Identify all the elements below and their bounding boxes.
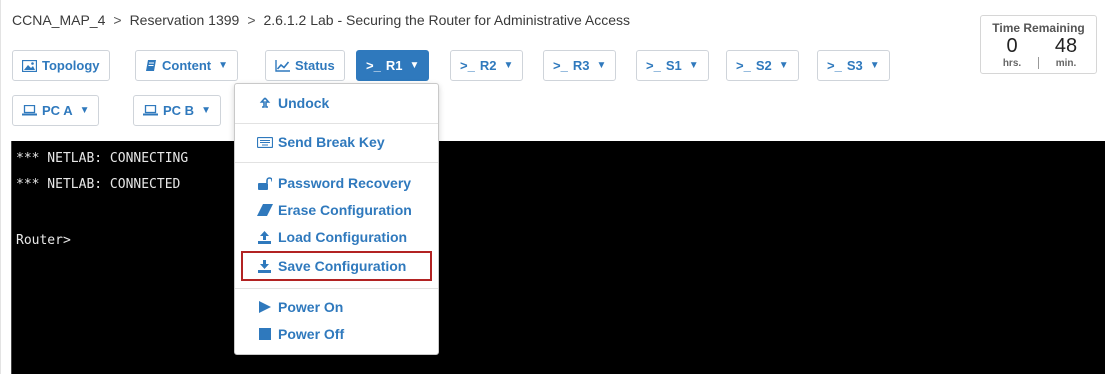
laptop-icon xyxy=(143,105,158,116)
chevron-down-icon: ▼ xyxy=(218,60,229,71)
menu-item-password-recovery[interactable]: Password Recovery xyxy=(235,172,438,194)
tab-s3[interactable]: >_ S3 ▼ xyxy=(817,50,890,81)
tab-pc-a[interactable]: PC A ▼ xyxy=(12,95,100,126)
time-remaining-box: Time Remaining 0 48 hrs. min. xyxy=(980,15,1097,74)
chevron-down-icon: ▼ xyxy=(79,105,90,116)
book-icon xyxy=(145,59,157,72)
menu-item-label: Password Recovery xyxy=(278,175,412,191)
tab-topology[interactable]: Topology xyxy=(12,50,110,81)
keyboard-icon xyxy=(256,136,273,148)
lab-page: CCNA_MAP_4 > Reservation 1399 >2.6.1.2 Lab … xyxy=(0,0,1105,374)
menu-item-power-on[interactable]: Power On xyxy=(235,296,438,318)
menu-item-undock[interactable]: Undock xyxy=(235,92,438,114)
breadcrumb: CCNA_MAP_4 > Reservation 1399 >2.6.1.2 Lab … xyxy=(12,12,630,28)
tab-s1[interactable]: >_ S1 ▼ xyxy=(636,50,709,81)
save-configuration-highlight xyxy=(241,251,432,281)
unlock-icon xyxy=(256,176,273,190)
tab-r3[interactable]: >_ R3 ▼ xyxy=(543,50,617,81)
terminal-line: *** NETLAB: CONNECTING xyxy=(16,151,189,166)
breadcrumb-lab-title: 2.6.1.2 Lab - Securing the Router for Ad… xyxy=(263,12,631,28)
stop-icon xyxy=(256,328,273,340)
tab-label: Topology xyxy=(42,58,100,73)
menu-item-send-break-key[interactable]: Send Break Key xyxy=(235,131,438,153)
hours-value: 0 xyxy=(1006,35,1018,57)
terminal-icon: >_ xyxy=(366,58,381,73)
breadcrumb-separator: > xyxy=(247,12,256,28)
breadcrumb-reservation[interactable]: Reservation 1399 xyxy=(130,12,240,28)
chevron-down-icon: ▼ xyxy=(409,60,420,71)
tab-status[interactable]: Status xyxy=(265,50,345,81)
terminal-icon: >_ xyxy=(553,58,568,73)
breadcrumb-course[interactable]: CCNA_MAP_4 xyxy=(12,12,105,28)
chevron-down-icon: ▼ xyxy=(778,60,789,71)
tab-content[interactable]: Content ▼ xyxy=(135,50,239,81)
tab-label: R2 xyxy=(479,58,497,73)
terminal-prompt: Router> xyxy=(16,233,71,248)
chart-icon xyxy=(275,59,290,72)
play-icon xyxy=(256,301,273,313)
terminal-icon: >_ xyxy=(736,58,751,73)
menu-item-label: Load Configuration xyxy=(278,229,408,245)
terminal-icon: >_ xyxy=(827,58,842,73)
menu-item-label: Send Break Key xyxy=(278,134,385,150)
time-remaining-title: Time Remaining xyxy=(992,21,1085,35)
terminal-icon: >_ xyxy=(460,58,475,73)
tab-label: R3 xyxy=(572,58,590,73)
tab-pc-b[interactable]: PC B ▼ xyxy=(133,95,221,126)
hours-label: hrs. xyxy=(1002,58,1022,69)
menu-item-label: Power On xyxy=(278,299,344,315)
console-terminal[interactable]: *** NETLAB: CONNECTING *** NETLAB: CONNE… xyxy=(11,141,1105,374)
tab-r2[interactable]: >_ R2 ▼ xyxy=(450,50,524,81)
menu-item-label: Undock xyxy=(278,95,330,111)
undock-icon xyxy=(256,96,273,110)
minutes-label: min. xyxy=(1055,58,1077,69)
menu-item-erase-configuration[interactable]: Erase Configuration xyxy=(235,199,438,221)
terminal-line: *** NETLAB: CONNECTED xyxy=(16,177,181,192)
chevron-down-icon: ▼ xyxy=(596,60,607,71)
menu-item-label: Power Off xyxy=(278,326,345,342)
menu-item-load-configuration[interactable]: Load Configuration xyxy=(235,226,438,248)
laptop-icon xyxy=(22,105,37,116)
menu-item-power-off[interactable]: Power Off xyxy=(235,323,438,345)
menu-item-label: Erase Configuration xyxy=(278,202,412,218)
tab-label: S1 xyxy=(665,58,682,73)
chevron-down-icon: ▼ xyxy=(201,105,211,116)
tab-r1[interactable]: >_ R1 ▼ xyxy=(356,50,430,81)
tab-label: PC B xyxy=(163,103,195,118)
chevron-down-icon: ▼ xyxy=(869,60,880,71)
eraser-icon xyxy=(256,204,273,216)
tab-label: Status xyxy=(295,58,335,73)
tab-label: R1 xyxy=(385,58,403,73)
upload-icon xyxy=(256,230,273,244)
menu-divider xyxy=(235,288,438,289)
tab-label: Content xyxy=(162,58,212,73)
menu-divider xyxy=(235,123,438,124)
tab-label: PC A xyxy=(42,103,73,118)
image-icon xyxy=(22,59,37,72)
menu-divider xyxy=(235,162,438,163)
chevron-down-icon: ▼ xyxy=(503,60,514,71)
tab-label: S2 xyxy=(755,58,772,73)
tab-s2[interactable]: >_ S2 ▼ xyxy=(726,50,799,81)
chevron-down-icon: ▼ xyxy=(688,60,699,71)
tab-label: S3 xyxy=(846,58,863,73)
r1-dropdown-menu: Undock Send Break Key Password Recovery … xyxy=(234,83,439,355)
breadcrumb-separator: > xyxy=(113,12,122,28)
terminal-icon: >_ xyxy=(646,58,661,73)
minutes-value: 48 xyxy=(1054,35,1078,57)
